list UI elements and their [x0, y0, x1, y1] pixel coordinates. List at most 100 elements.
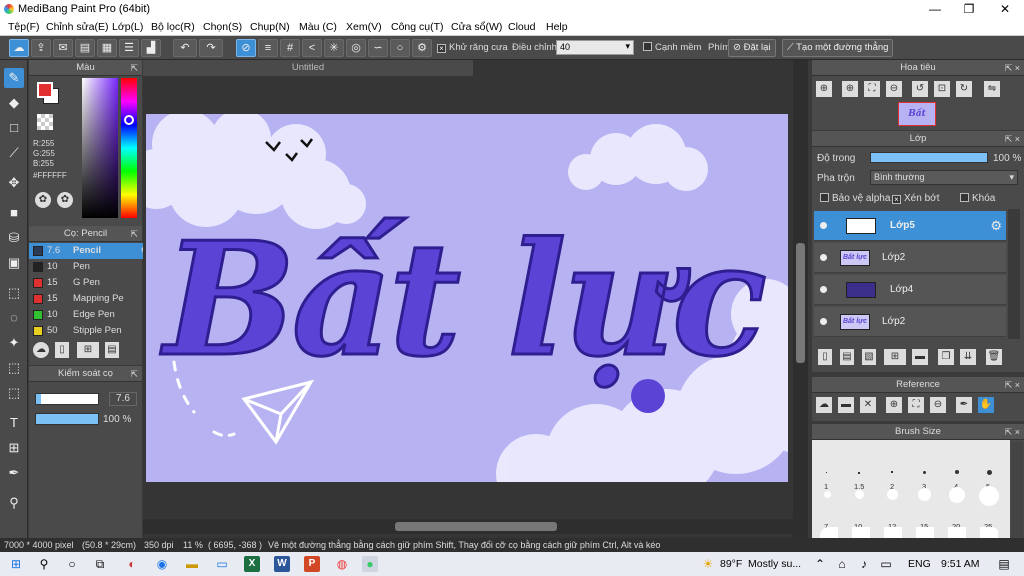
size-dot[interactable] — [855, 490, 864, 499]
palette-add-icon[interactable]: ✿ — [57, 192, 73, 208]
size-dot[interactable] — [887, 489, 898, 500]
panel-icon[interactable]: ▤ — [75, 39, 95, 57]
layer-scrollbar[interactable] — [1008, 209, 1020, 339]
reference-cloud-icon[interactable]: ☁ — [816, 397, 832, 413]
expand-icon[interactable]: ⇱ — [130, 366, 138, 382]
file-explorer-icon[interactable]: ▬ — [184, 556, 200, 572]
word-icon[interactable]: W — [274, 556, 290, 572]
zoom-out-icon[interactable]: ⊖ — [886, 81, 902, 97]
brush-property-icon[interactable]: ▤ — [105, 342, 119, 358]
move-tool-icon[interactable]: ✥ — [4, 173, 24, 193]
size-dot[interactable] — [949, 487, 965, 503]
menu-snap[interactable]: Chụp(N) — [250, 21, 290, 33]
open-folder-icon[interactable]: ▬ — [838, 397, 854, 413]
brush-cloud-icon[interactable]: ☁ — [33, 342, 49, 358]
language-indicator[interactable]: ENG — [908, 558, 931, 570]
expand-icon[interactable]: ⇱ × — [1005, 60, 1020, 76]
settings-icon[interactable]: ⚙ — [412, 39, 432, 57]
ring-snap-icon[interactable]: ○ — [390, 39, 410, 57]
chrome-icon[interactable]: ◍ — [334, 556, 350, 572]
new-layer-8bit-icon[interactable]: ▤ — [840, 349, 854, 365]
powerpoint-icon[interactable]: P — [304, 556, 320, 572]
rect-tool-icon[interactable]: □ — [4, 118, 24, 138]
gradient-tool-icon[interactable]: ▣ — [4, 253, 24, 273]
blend-mode-select[interactable]: Bình thường ▾ — [870, 170, 1018, 185]
task-view-icon[interactable]: ⧉ — [92, 556, 108, 572]
brush-size-slider[interactable] — [35, 393, 99, 405]
reference-fit-icon[interactable]: ⛶ — [908, 397, 924, 413]
search-icon[interactable]: ⚲ — [36, 556, 52, 572]
menu-help[interactable]: Help — [546, 21, 568, 33]
new-layer-icon[interactable]: ▯ — [818, 349, 832, 365]
rotate-left-icon[interactable]: ↺ — [912, 81, 928, 97]
size-dot[interactable] — [858, 472, 860, 474]
straight-line-button[interactable]: ⟋ Tạo một đường thẳng — [782, 39, 894, 57]
select-tool-icon[interactable]: ⬚ — [4, 283, 24, 303]
menu-filter[interactable]: Bộ lọc(R) — [151, 21, 195, 33]
cloud-icon[interactable]: ☁ — [9, 39, 29, 57]
horizontal-scroll-thumb[interactable] — [395, 522, 557, 531]
fit-window-icon[interactable]: ⛶ — [864, 81, 880, 97]
transparent-color-swatch[interactable] — [37, 114, 53, 130]
protect-alpha-checkbox[interactable] — [820, 193, 829, 202]
battery-icon[interactable]: ▭ — [878, 556, 894, 572]
excel-icon[interactable]: X — [244, 556, 260, 572]
eye-icon[interactable] — [820, 318, 827, 325]
dropper-tool-icon[interactable]: ⚲ — [4, 493, 24, 513]
brush-item[interactable]: 15 G Pen — [29, 275, 151, 291]
new-layer-1bit-icon[interactable]: ▧ — [862, 349, 876, 365]
size-dot-row[interactable] — [820, 527, 1000, 538]
frame-tool-icon[interactable]: ⊞ — [4, 438, 24, 458]
select-eraser-icon[interactable]: ⬚ — [4, 383, 24, 403]
cortana-icon[interactable]: ○ — [64, 556, 80, 572]
menu-file[interactable]: Tệp(F) — [8, 21, 40, 33]
volume-icon[interactable]: ♪ — [856, 556, 872, 572]
monitor-icon[interactable]: ▭ — [214, 556, 230, 572]
weather-text[interactable]: Mostly su... — [748, 558, 801, 570]
edge-icon[interactable]: ◉ — [154, 556, 170, 572]
add-brush-icon[interactable]: ⊞ — [77, 342, 99, 358]
notification-icon[interactable]: ▤ — [996, 556, 1012, 572]
bucket-tool-icon[interactable]: ⛁ — [4, 228, 24, 248]
parallel-snap-icon[interactable]: ≡ — [258, 39, 278, 57]
eraser-tool-icon[interactable]: ◆ — [4, 93, 24, 113]
pen-tool-icon[interactable]: ⟋ — [4, 143, 24, 163]
flip-icon[interactable]: ⇋ — [984, 81, 1000, 97]
duplicate-layer-icon[interactable]: ❐ — [938, 349, 954, 365]
expand-icon[interactable]: ⇱ × — [1005, 424, 1020, 440]
circle-snap-icon[interactable]: ◎ — [346, 39, 366, 57]
reference-eyedropper-icon[interactable]: ✒ — [956, 397, 972, 413]
eye-icon[interactable] — [820, 222, 827, 229]
trash-icon[interactable]: 🗑 — [986, 349, 1002, 365]
size-dot[interactable] — [918, 488, 931, 501]
saturation-picker[interactable] — [82, 78, 118, 218]
foreground-color-swatch[interactable] — [37, 82, 53, 98]
brush-tool-icon[interactable]: ✎ — [4, 68, 24, 88]
layer-opacity-slider[interactable] — [870, 152, 988, 163]
brush-item[interactable]: 10 Pen — [29, 259, 151, 275]
network-icon[interactable]: ⌂ — [834, 556, 850, 572]
maximize-button[interactable]: ❐ — [952, 0, 986, 18]
curve-snap-icon[interactable]: ∽ — [368, 39, 388, 57]
add-layer-menu-icon[interactable]: ⊞ — [884, 349, 906, 365]
layer-row[interactable]: Bất lực Lớp2 — [814, 307, 1006, 337]
clock[interactable]: 9:51 AM — [941, 558, 980, 570]
page-icon[interactable]: ▦ — [97, 39, 117, 57]
no-snap-icon[interactable]: ⊘ — [236, 39, 256, 57]
soft-edge-checkbox[interactable] — [643, 42, 652, 51]
reference-zoom-in-icon[interactable]: ⊕ — [886, 397, 902, 413]
hue-handle[interactable] — [124, 115, 134, 125]
medibang-taskbar-icon[interactable]: ● — [362, 556, 378, 572]
size-dot[interactable] — [891, 471, 893, 473]
export-icon[interactable]: ⇪ — [31, 39, 51, 57]
size-dot[interactable] — [826, 472, 827, 473]
brush-item[interactable]: 10 Edge Pen — [29, 307, 151, 323]
artwork[interactable]: Bất lực — [146, 114, 788, 482]
hue-slider[interactable] — [121, 78, 137, 218]
cross-snap-icon[interactable]: # — [280, 39, 300, 57]
brush-item[interactable]: 7.6 Pencil ⚙ — [29, 243, 151, 259]
zoom-fit-icon[interactable]: ⊕ — [816, 81, 832, 97]
new-brush-icon[interactable]: ▯ — [55, 342, 69, 358]
menu-window[interactable]: Cửa sổ(W) — [451, 21, 502, 33]
eye-icon[interactable] — [820, 286, 827, 293]
